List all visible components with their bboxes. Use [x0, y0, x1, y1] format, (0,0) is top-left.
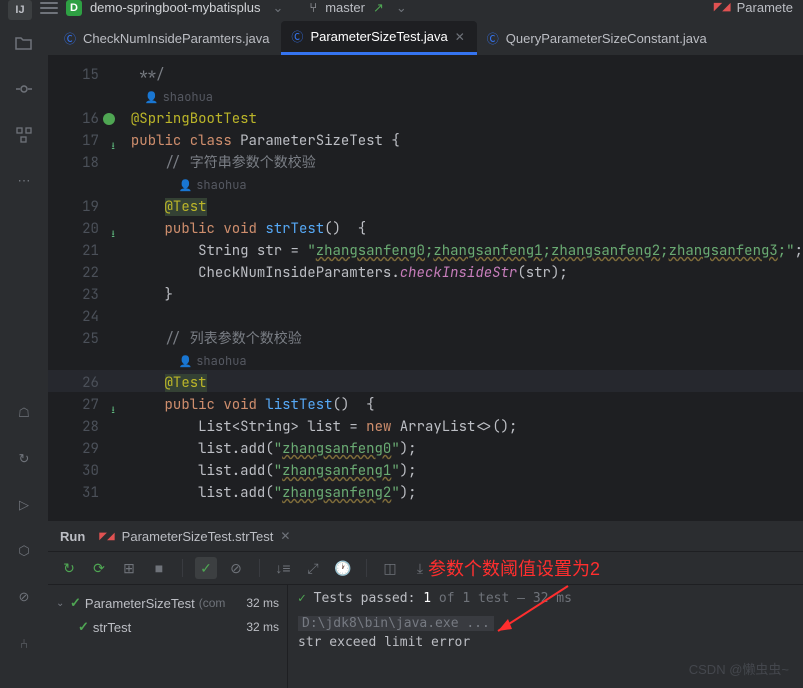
stop-button[interactable]: ■: [148, 557, 170, 579]
tab-queryparam[interactable]: Ⓒ QueryParameterSizeConstant.java: [477, 21, 719, 55]
branch-icon[interactable]: ⑂: [309, 0, 317, 15]
sort-button[interactable]: ↓≡: [272, 557, 294, 579]
screenshot-button[interactable]: ◫: [379, 557, 401, 579]
refresh-icon[interactable]: ↻: [15, 450, 33, 468]
left-tool-strip: ⋯ ☖ ↻ ▷ ⬡ ⊘ ⑃: [0, 20, 48, 688]
run-play-icon[interactable]: ▷: [15, 496, 33, 514]
push-arrow-icon[interactable]: ↗: [373, 0, 384, 16]
pass-tick-icon: ✓: [70, 595, 81, 611]
rerun-failed-button[interactable]: ⟳: [88, 557, 110, 579]
show-passed-button[interactable]: ✓: [195, 557, 217, 579]
run-config-tab[interactable]: ◤◢ ParameterSizeTest.strTest ✕: [99, 529, 290, 544]
chevron-down-icon[interactable]: ⌄: [396, 0, 407, 16]
toggle-autotest-button[interactable]: ⊞: [118, 557, 140, 579]
ide-logo-icon: IJ: [8, 0, 32, 20]
code-editor[interactable]: 151617⭳181920⭳21222324252627⭳28293031 **…: [48, 56, 803, 520]
project-folder-icon[interactable]: [15, 34, 33, 52]
top-bar: IJ D demo-springboot-mybatisplus ⌄ ⑂ mas…: [0, 0, 803, 20]
structure-icon[interactable]: [15, 126, 33, 144]
editor-tabs: Ⓒ CheckNumInsideParamters.java Ⓒ Paramet…: [48, 20, 803, 56]
chevron-down-icon[interactable]: ⌄: [272, 0, 283, 16]
close-icon[interactable]: ✕: [455, 30, 465, 44]
java-class-icon: Ⓒ: [487, 30, 499, 47]
code-lines[interactable]: **/👤shaohua@SpringBootTestpublic class P…: [117, 56, 803, 520]
debug-icon[interactable]: ⬡: [15, 542, 33, 560]
output-command: D:\jdk8\bin\java.exe ...: [298, 616, 494, 631]
close-icon[interactable]: ✕: [280, 529, 290, 543]
gutter[interactable]: 151617⭳181920⭳21222324252627⭳28293031: [48, 56, 117, 520]
more-icon[interactable]: ⋯: [15, 172, 33, 190]
expand-all-button[interactable]: ⤢: [302, 557, 324, 579]
branch-name[interactable]: master: [325, 0, 365, 15]
chevron-down-icon[interactable]: ⌄: [56, 598, 66, 609]
bookmarks-icon[interactable]: ☖: [15, 404, 33, 422]
watermark: CSDN @懒虫虫~: [689, 659, 789, 678]
run-title: Run: [60, 529, 85, 544]
pass-tick-icon: ✓: [78, 619, 89, 635]
problems-icon[interactable]: ⊘: [15, 588, 33, 606]
output-error: str exceed limit error: [298, 635, 793, 650]
annotation-label: 参数个数阈值设置为2: [428, 555, 600, 581]
java-class-icon: Ⓒ: [291, 28, 303, 45]
project-badge: D: [66, 0, 82, 16]
commit-icon[interactable]: [15, 80, 33, 98]
config-icon: ◤◢: [714, 0, 731, 13]
java-class-icon: Ⓒ: [64, 30, 76, 47]
show-ignored-button[interactable]: ⊘: [225, 557, 247, 579]
run-toolbar: ↻ ⟳ ⊞ ■ ✓ ⊘ ↓≡ ⤢ 🕐 ◫ ⤓ ⤒ ⋮: [48, 551, 803, 585]
config-icon: ◤◢: [99, 531, 114, 542]
tab-parametersize[interactable]: Ⓒ ParameterSizeTest.java ✕: [281, 21, 476, 55]
run-tool-window: Run ◤◢ ParameterSizeTest.strTest ✕ ↻ ⟳ ⊞…: [48, 520, 803, 688]
test-root-row[interactable]: ⌄ ✓ ParameterSizeTest (com 32 ms: [56, 591, 279, 615]
test-child-row[interactable]: ✓ strTest 32 ms: [56, 615, 279, 639]
main-menu-icon[interactable]: [40, 0, 58, 16]
test-tree[interactable]: ⌄ ✓ ParameterSizeTest (com 32 ms ✓ strTe…: [48, 585, 288, 688]
rerun-button[interactable]: ↻: [58, 557, 80, 579]
test-summary: ✓ Tests passed: 1 of 1 test – 32 ms: [298, 591, 793, 606]
project-name[interactable]: demo-springboot-mybatisplus: [90, 0, 261, 15]
history-button[interactable]: 🕐: [332, 557, 354, 579]
tab-checknum[interactable]: Ⓒ CheckNumInsideParamters.java: [54, 21, 281, 55]
git-icon[interactable]: ⑃: [15, 634, 33, 652]
run-config[interactable]: ◤◢ Paramete: [714, 0, 803, 15]
